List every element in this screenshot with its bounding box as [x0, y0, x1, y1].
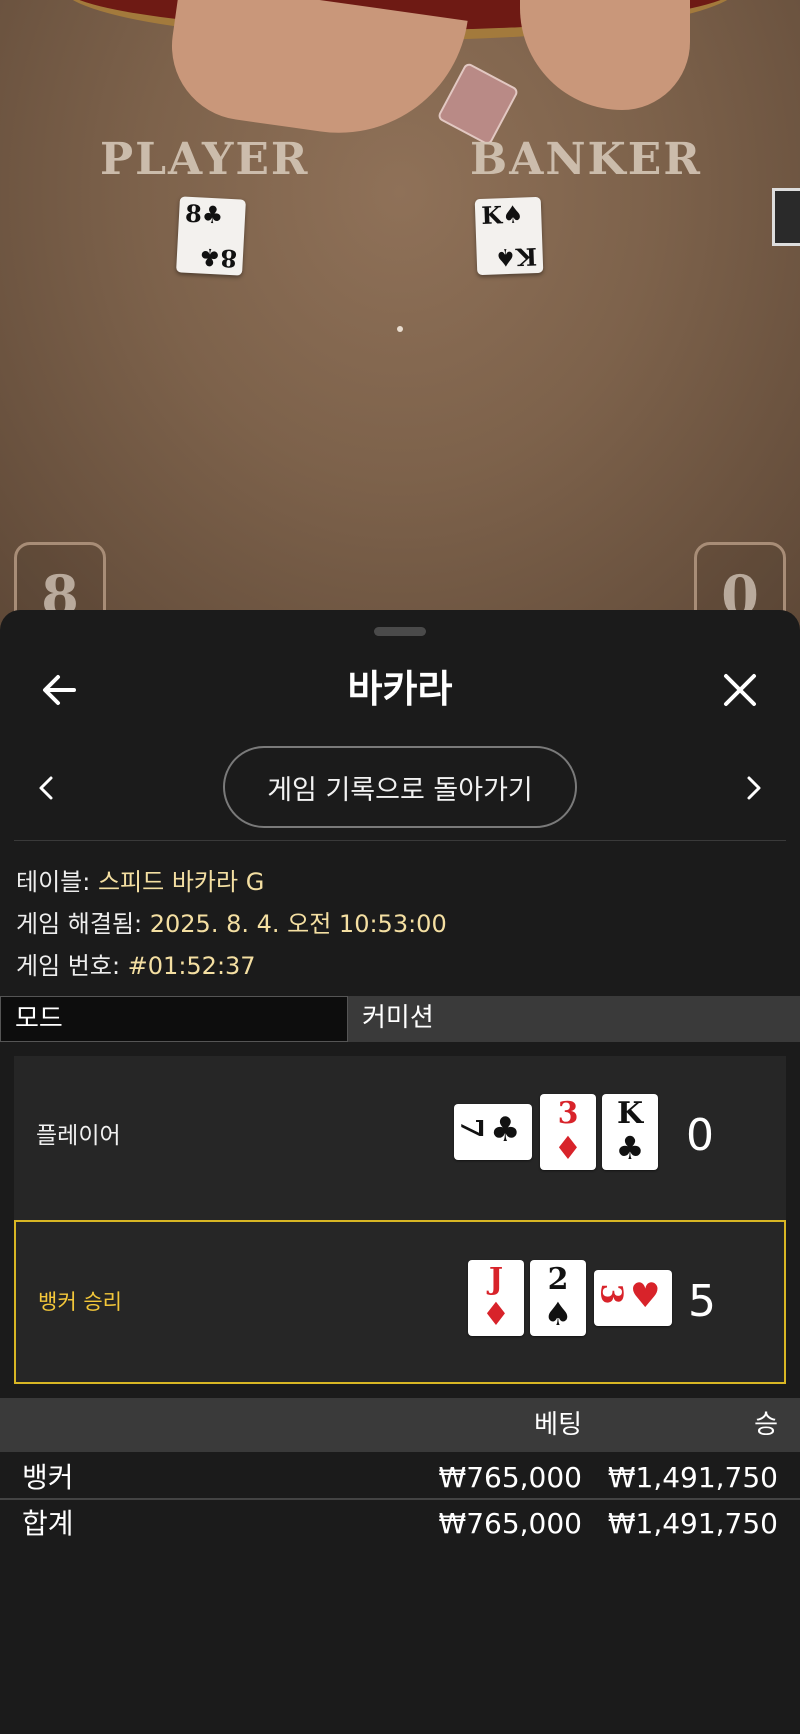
info-resolved-time: 게임 해결됨: 2025. 8. 4. 오전 10:53:00 — [16, 910, 447, 938]
info-game-number: 게임 번호: #01:52:37 — [16, 952, 256, 980]
playing-card: 7 ♣ — [453, 1104, 532, 1160]
bet-column-header: 베팅 — [534, 1410, 582, 1440]
player-hand-row: 플레이어 7 ♣ 3 ♦ K ♣ 0 — [14, 1056, 786, 1220]
table-player-label: PLAYER — [100, 134, 310, 185]
playing-card: J ♦ — [468, 1260, 524, 1336]
banker-hand-row: 뱅커 승리 J ♦ 2 ♠ 3 ♥ 5 — [14, 1220, 786, 1384]
playing-card: 2 ♠ — [530, 1260, 586, 1336]
table-row: 뱅커 ₩765,000 ₩1,491,750 — [0, 1456, 800, 1500]
bets-table-header: 베팅 승 — [0, 1398, 800, 1452]
playing-card: 3 ♦ — [540, 1094, 596, 1170]
win-column-header: 승 — [754, 1410, 778, 1440]
playing-card: 3 ♥ — [593, 1270, 672, 1326]
mode-value: 커미션 — [348, 996, 800, 1042]
next-game-button[interactable] — [732, 766, 776, 810]
section-divider — [14, 840, 786, 841]
sheet-drag-handle[interactable] — [374, 627, 426, 636]
banker-win-label: 뱅커 승리 — [38, 1290, 122, 1314]
previous-game-button[interactable] — [24, 766, 68, 810]
arrow-left-icon — [43, 675, 76, 705]
back-to-history-button[interactable]: 게임 기록으로 돌아가기 — [223, 746, 577, 828]
table-marker-dot — [397, 326, 403, 332]
info-table: 테이블: 스피드 바카라 G — [16, 868, 265, 896]
back-button[interactable] — [36, 666, 84, 714]
table-banker-card: K♠ K♠ — [474, 196, 544, 276]
sheet-header: 바카라 — [0, 644, 800, 734]
dealer-hand-right — [520, 0, 690, 110]
game-detail-sheet: 바카라 게임 기록으로 돌아가기 테이블: 스피드 바카라 G 게임 해결됨: … — [0, 610, 800, 1734]
chevron-left-icon — [39, 776, 53, 800]
player-hand-score: 0 — [686, 1110, 714, 1161]
banker-hand-score: 5 — [688, 1276, 716, 1327]
table-banker-label: BANKER — [470, 134, 702, 185]
close-icon — [724, 674, 756, 706]
table-row-total: 합계 ₩765,000 ₩1,491,750 — [22, 1507, 778, 1540]
playing-card: K ♣ — [602, 1094, 658, 1170]
live-table-video: PLAYER BANKER 8♣ 8♣ K♠ K♠ 8 0 — [0, 0, 800, 640]
dealer-hand-left — [162, 0, 468, 150]
mode-row: 모드 커미션 — [0, 996, 800, 1042]
mode-label: 모드 — [0, 996, 348, 1042]
game-navigation: 게임 기록으로 돌아가기 — [0, 746, 800, 830]
table-player-card: 8♣ 8♣ — [176, 196, 246, 276]
chevron-right-icon — [747, 776, 761, 800]
player-hand-label: 플레이어 — [36, 1123, 121, 1149]
card-shoe — [772, 188, 800, 246]
close-button[interactable] — [716, 666, 764, 714]
sheet-title: 바카라 — [347, 667, 453, 711]
